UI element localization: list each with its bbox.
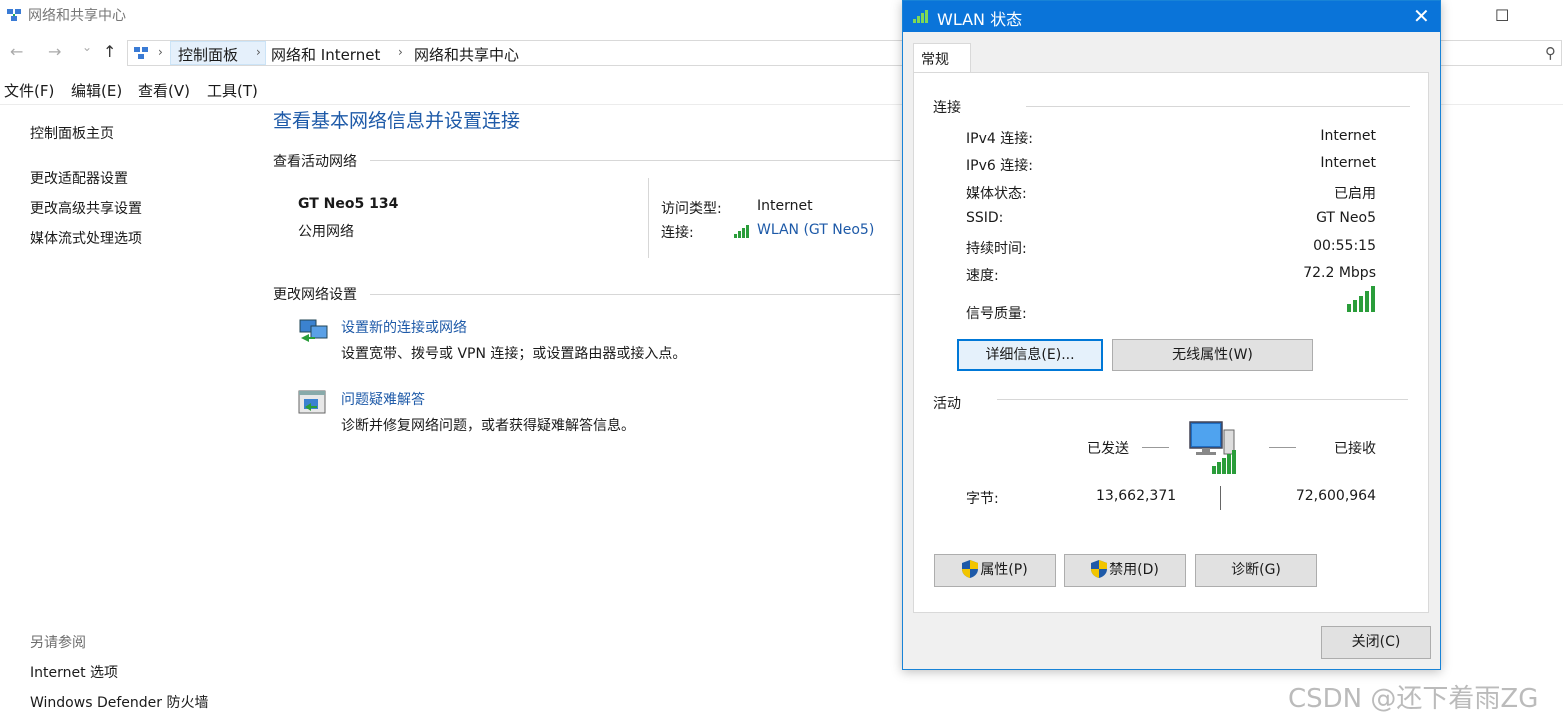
chevron-right-icon: ›	[158, 45, 163, 59]
divider	[997, 399, 1408, 400]
disable-button[interactable]: 禁用(D)	[1064, 554, 1186, 587]
sidebar-item-sharing[interactable]: 更改高级共享设置	[30, 198, 142, 218]
new-connection-desc: 设置宽带、拨号或 VPN 连接；或设置路由器或接入点。	[341, 346, 687, 362]
troubleshoot-icon	[298, 390, 326, 414]
chevron-right-icon: ›	[398, 45, 403, 59]
divider	[370, 160, 900, 161]
details-button[interactable]: 详细信息(E)...	[957, 339, 1103, 371]
menu-file[interactable]: 文件(F)	[4, 80, 54, 101]
divider	[648, 178, 649, 258]
divider	[370, 294, 900, 295]
tab-general-label: 常规	[921, 52, 949, 68]
ssid-label: SSID:	[966, 210, 1004, 226]
connection-group-title: 连接	[933, 100, 961, 116]
troubleshoot-link[interactable]: 问题疑难解答	[341, 389, 425, 409]
properties-button[interactable]: 属性(P)	[934, 554, 1056, 587]
disable-label: 禁用(D)	[1109, 562, 1159, 578]
bytes-label: 字节:	[966, 491, 999, 507]
media-state-value: 已启用	[1334, 186, 1376, 202]
forward-button[interactable]: →	[48, 42, 61, 61]
bytes-received-value: 72,600,964	[1295, 488, 1376, 504]
page-title: 查看基本网络信息并设置连接	[273, 110, 521, 132]
troubleshoot-desc: 诊断并修复网络问题，或者获得疑难解答信息。	[341, 418, 635, 434]
close-icon[interactable]: ✕	[1413, 4, 1430, 28]
network-computer-icon	[1189, 421, 1236, 474]
duration-label: 持续时间:	[966, 241, 1027, 257]
ipv4-label: IPv4 连接:	[966, 131, 1033, 147]
connection-label: 连接:	[661, 225, 694, 241]
ipv6-value: Internet	[1320, 155, 1376, 171]
up-button[interactable]: ↑	[103, 42, 116, 61]
network-type[interactable]: 公用网络	[298, 221, 354, 241]
new-connection-icon	[299, 319, 328, 342]
signal-strength-icon	[1347, 286, 1375, 312]
general-panel: 连接 IPv4 连接: Internet IPv6 连接: Internet 媒…	[913, 72, 1429, 613]
access-type-label: 访问类型:	[661, 201, 722, 217]
search-icon[interactable]: ⚲	[1545, 44, 1556, 62]
change-settings-label: 更改网络设置	[273, 287, 357, 303]
wireless-properties-button[interactable]: 无线属性(W)	[1112, 339, 1313, 371]
diagnose-button[interactable]: 诊断(G)	[1195, 554, 1317, 587]
connection-link[interactable]: WLAN (GT Neo5)	[757, 222, 874, 238]
access-type-value: Internet	[757, 198, 813, 214]
control-panel-icon	[134, 47, 148, 59]
ipv6-label: IPv6 连接:	[966, 158, 1033, 174]
breadcrumb-network-center[interactable]: 网络和共享中心	[414, 44, 519, 65]
menu-view[interactable]: 查看(V)	[138, 80, 190, 101]
menu-tools[interactable]: 工具(T)	[207, 80, 258, 101]
signal-quality-label: 信号质量:	[966, 306, 1027, 322]
breadcrumb-control-panel[interactable]: 控制面板	[178, 44, 238, 65]
shield-icon	[962, 560, 979, 578]
divider	[1269, 447, 1296, 448]
network-center-icon	[7, 9, 21, 21]
window-title: 网络和共享中心	[28, 8, 126, 24]
properties-label: 属性(P)	[980, 562, 1028, 578]
wlan-status-dialog: WLAN 状态 ✕ 常规 连接 IPv4 连接: Internet IPv6 连…	[902, 0, 1441, 670]
bytes-sent-value: 13,662,371	[1096, 488, 1177, 504]
back-button[interactable]: ←	[10, 42, 23, 61]
divider	[1220, 486, 1221, 510]
recent-dropdown[interactable]: ⌄	[82, 40, 92, 54]
ipv4-value: Internet	[1320, 128, 1376, 144]
active-networks-label: 查看活动网络	[273, 154, 357, 170]
shield-icon	[1091, 560, 1108, 578]
sidebar-item-adapter[interactable]: 更改适配器设置	[30, 168, 128, 188]
breadcrumb-network-internet[interactable]: 网络和 Internet	[271, 44, 380, 65]
activity-group-title: 活动	[933, 396, 961, 412]
sidebar-item-home[interactable]: 控制面板主页	[30, 123, 114, 143]
sent-label: 已发送	[1087, 441, 1129, 457]
wifi-signal-icon	[734, 225, 749, 238]
sidebar-item-internet-options[interactable]: Internet 选项	[30, 662, 118, 682]
sidebar-item-firewall[interactable]: Windows Defender 防火墙	[30, 692, 208, 712]
chevron-right-icon: ›	[256, 45, 261, 59]
wifi-signal-icon	[913, 10, 928, 23]
duration-value: 00:55:15	[1313, 238, 1376, 254]
dialog-title: WLAN 状态	[937, 10, 1023, 29]
maximize-button[interactable]: ☐	[1495, 6, 1509, 25]
see-also-label: 另请参阅	[30, 635, 86, 651]
ssid-value: GT Neo5	[1316, 210, 1376, 226]
new-connection-link[interactable]: 设置新的连接或网络	[341, 317, 467, 337]
menu-edit[interactable]: 编辑(E)	[71, 80, 122, 101]
close-button[interactable]: 关闭(C)	[1321, 626, 1431, 659]
speed-label: 速度:	[966, 268, 999, 284]
divider	[1142, 447, 1169, 448]
speed-value: 72.2 Mbps	[1303, 265, 1376, 281]
watermark: CSDN @还下着雨ZG	[1288, 684, 1539, 714]
sidebar-item-media[interactable]: 媒体流式处理选项	[30, 228, 142, 248]
divider	[1026, 106, 1410, 107]
network-name: GT Neo5 134	[298, 196, 399, 212]
received-label: 已接收	[1334, 441, 1376, 457]
media-state-label: 媒体状态:	[966, 186, 1027, 202]
